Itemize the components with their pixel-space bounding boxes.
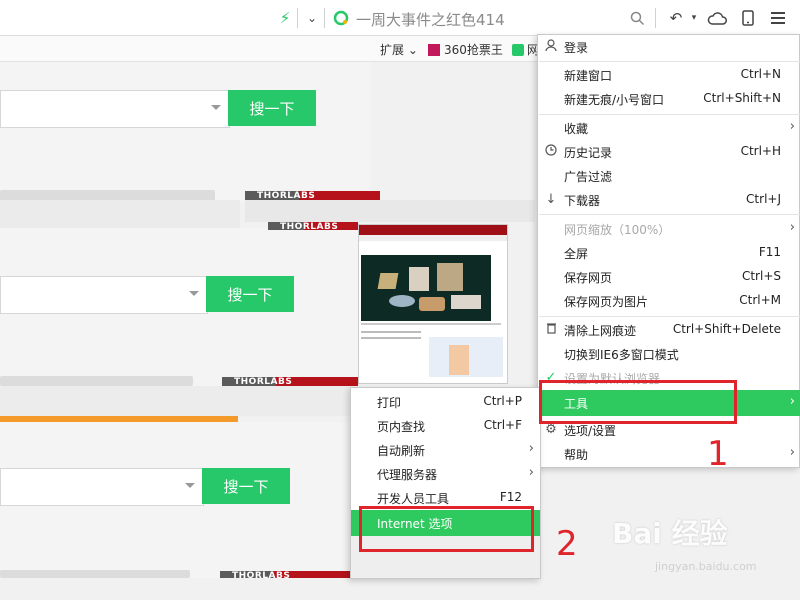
dropdown-icon[interactable]: ⌄: [302, 8, 322, 28]
browser-logo-icon: [331, 8, 351, 28]
menu-item-downloads[interactable]: ↓ 下载器 Ctrl+J: [538, 188, 800, 212]
undo-icon[interactable]: ↶: [666, 8, 686, 28]
ticket-icon: [428, 44, 440, 56]
cloud-icon[interactable]: [707, 8, 727, 28]
menu-item-clear-history[interactable]: 清除上网痕迹 Ctrl+Shift+Delete: [538, 318, 800, 342]
search-input[interactable]: [0, 276, 208, 314]
chevron-down-icon: [185, 483, 195, 488]
search-input[interactable]: [0, 468, 204, 506]
shield-icon: [512, 44, 524, 56]
thorlabs-banner: THORLABS: [222, 377, 358, 387]
search-input[interactable]: [0, 90, 230, 128]
gear-icon: ⚙: [545, 422, 557, 437]
menu-item-save-page[interactable]: 保存网页 Ctrl+S: [538, 265, 800, 289]
menu-item-favorites[interactable]: 收藏 ›: [538, 116, 800, 140]
submenu-item-auto-refresh[interactable]: 自动刷新 ›: [351, 438, 540, 462]
bookmark-web[interactable]: 网: [512, 41, 539, 58]
page-panel-3: 搜一下: [0, 422, 354, 578]
menu-item-fullscreen[interactable]: 全屏 F11: [538, 241, 800, 265]
annotation-step-2: 2: [556, 524, 578, 564]
annotation-box-tools: [539, 380, 737, 424]
page-panel-2: 搜一下: [0, 228, 358, 386]
bookmark-ticket[interactable]: 360抢票王: [428, 41, 503, 58]
thorlabs-banner: THORLABS: [245, 191, 380, 201]
thorlabs-banner: THORLABS: [268, 222, 358, 232]
chevron-right-icon: ›: [789, 445, 795, 460]
chevron-down-icon[interactable]: ▾: [684, 8, 704, 28]
menu-item-help[interactable]: 帮助 ›: [538, 442, 800, 466]
search-icon[interactable]: [627, 8, 647, 28]
menu-item-zoom[interactable]: 网页缩放（100%） ›: [538, 217, 800, 241]
chevron-right-icon: ›: [528, 441, 534, 456]
submenu-item-find[interactable]: 页内查找 Ctrl+F: [351, 414, 540, 438]
browser-toolbar: ⚡ ⌄ 一周大事件之红色414 ↶ ▾: [0, 0, 800, 36]
bookmark-extension[interactable]: 扩展 ⌄: [380, 41, 418, 58]
menu-item-save-as-image[interactable]: 保存网页为图片 Ctrl+M: [538, 289, 800, 313]
address-bar-input[interactable]: 一周大事件之红色414: [356, 9, 505, 30]
download-icon: ↓: [545, 192, 557, 207]
page-panel-1: 搜一下: [0, 62, 370, 202]
clock-icon: [543, 144, 559, 160]
submenu-item-proxy[interactable]: 代理服务器 ›: [351, 462, 540, 486]
search-button[interactable]: 搜一下: [202, 468, 290, 504]
menu-item-new-window[interactable]: 新建窗口 Ctrl+N: [538, 63, 800, 87]
submenu-item-print[interactable]: 打印 Ctrl+P: [351, 390, 540, 414]
menu-item-adblock[interactable]: 广告过滤: [538, 164, 800, 188]
chevron-right-icon: ›: [528, 465, 534, 480]
chevron-right-icon: ›: [789, 119, 795, 134]
menu-item-history[interactable]: 历史记录 Ctrl+H: [538, 140, 800, 164]
chevron-right-icon: ›: [789, 394, 795, 409]
annotation-step-1: 1: [707, 434, 729, 474]
chevron-down-icon: [189, 291, 199, 296]
search-button[interactable]: 搜一下: [228, 90, 316, 126]
trash-icon: [543, 322, 559, 338]
person-icon: [543, 39, 559, 56]
menu-item-login[interactable]: 登录: [538, 35, 800, 59]
baidu-jingyan-watermark: Bai 经验: [612, 517, 728, 550]
watermark-url: jingyan.baidu.com: [655, 560, 757, 573]
chevron-down-icon: [211, 105, 221, 110]
annotation-box-internet-options: [359, 506, 534, 552]
menu-icon[interactable]: [768, 8, 788, 28]
lightning-icon[interactable]: ⚡: [275, 8, 295, 28]
chevron-right-icon: ›: [789, 220, 795, 235]
mobile-icon[interactable]: [738, 8, 758, 28]
menu-item-new-incognito[interactable]: 新建无痕/小号窗口 Ctrl+Shift+N: [538, 87, 800, 111]
search-button[interactable]: 搜一下: [206, 276, 294, 312]
thorlabs-page-screenshot: [358, 224, 508, 384]
menu-item-ie6-mode[interactable]: 切换到IE6多窗口模式: [538, 342, 800, 366]
